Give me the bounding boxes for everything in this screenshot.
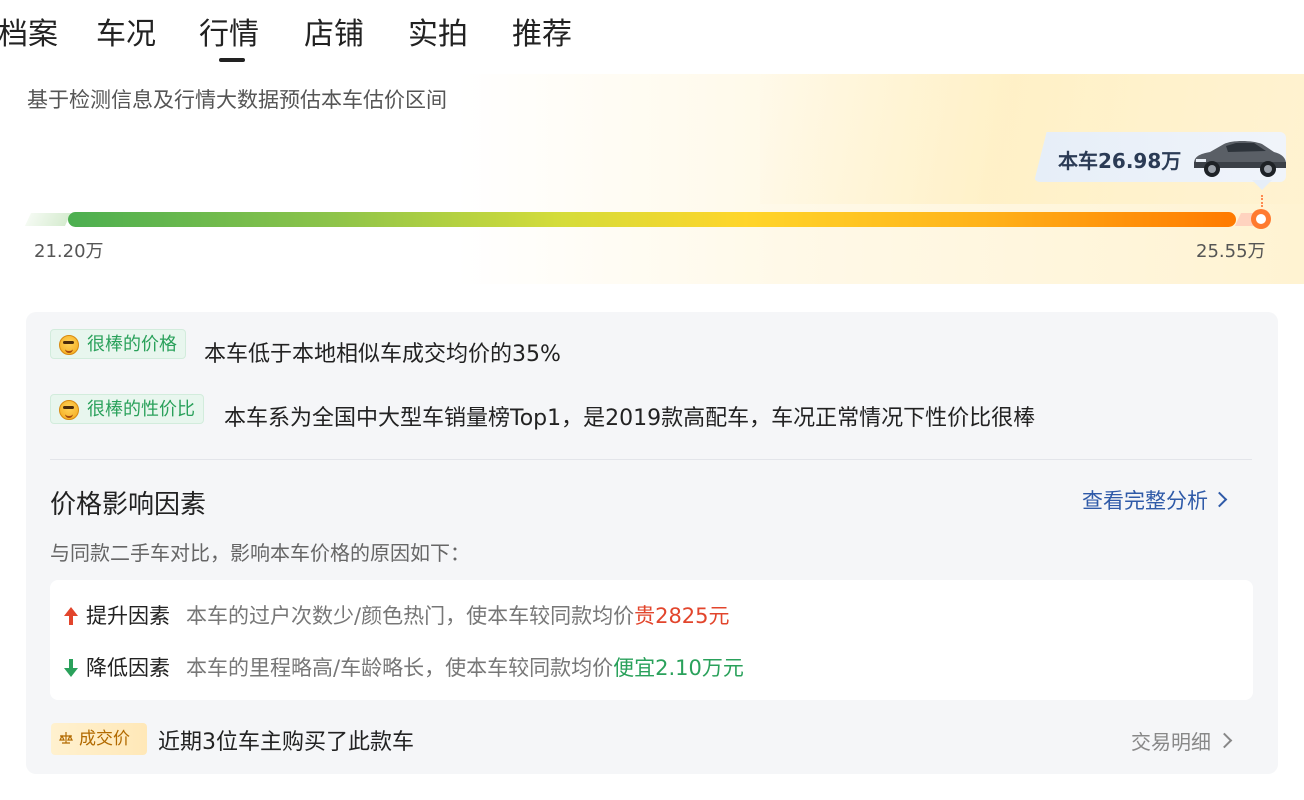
factor-up-row: 提升因素 本车的过户次数少/颜色热门，使本车较同款均价贵2825元 — [64, 600, 730, 630]
factor-up-label: 提升因素 — [86, 604, 170, 628]
current-price-marker — [1251, 209, 1271, 229]
range-min-label: 21.20万 — [34, 241, 104, 262]
tab-market[interactable]: 行情 — [199, 15, 259, 55]
price-range-bar — [68, 212, 1236, 227]
badge-label: 很棒的性价比 — [87, 399, 195, 420]
tab-condition[interactable]: 车况 — [96, 15, 156, 55]
arrow-up-icon — [64, 607, 78, 625]
chevron-right-icon — [1211, 491, 1228, 508]
factor-up-effect: 贵2825元 — [634, 604, 730, 628]
range-max-label: 25.55万 — [1196, 241, 1266, 262]
full-analysis-label: 查看完整分析 — [1082, 489, 1208, 513]
factor-down-desc: 本车的里程略高/车龄略长，使本车较同款均价 — [186, 656, 614, 680]
estimate-description: 基于检测信息及行情大数据预估本车估价区间 — [27, 88, 447, 112]
badge-label: 很棒的价格 — [87, 334, 177, 355]
tag-pointer — [1252, 180, 1272, 190]
tab-archive[interactable]: 档案 — [0, 15, 58, 55]
divider — [50, 459, 1252, 460]
tab-photos[interactable]: 实拍 — [408, 15, 468, 55]
deal-summary: 近期3位车主购买了此款车 — [158, 730, 414, 755]
range-bar-left-fade — [24, 213, 72, 226]
chevron-right-icon — [1216, 732, 1233, 749]
factor-down-label: 降低因素 — [86, 656, 170, 680]
transaction-details-link[interactable]: 交易明细 — [1131, 726, 1233, 755]
car-thumbnail-icon — [1194, 141, 1286, 177]
smile-emoji-icon — [59, 335, 79, 355]
scale-icon — [59, 732, 73, 744]
deal-price-badge: 成交价 — [51, 723, 147, 755]
transaction-details-label: 交易明细 — [1131, 730, 1211, 754]
factors-title: 价格影响因素 — [50, 490, 207, 520]
badge-great-value: 很棒的性价比 — [50, 394, 204, 424]
factor-down-effect: 便宜2.10万元 — [613, 656, 744, 680]
factor-down-row: 降低因素 本车的里程略高/车龄略长，使本车较同款均价便宜2.10万元 — [64, 652, 744, 682]
comment-value: 本车系为全国中大型车销量榜Top1，是2019款高配车，车况正常情况下性价比很棒 — [224, 406, 1036, 431]
tab-store[interactable]: 店铺 — [304, 15, 364, 55]
factor-up-desc: 本车的过户次数少/颜色热门，使本车较同款均价 — [186, 604, 635, 628]
factor-list — [50, 580, 1253, 700]
tab-bar: 档案 车况 行情 店铺 实拍 推荐 — [0, 0, 1304, 72]
arrow-down-icon — [64, 659, 78, 677]
marker-dotted-line — [1261, 195, 1265, 207]
tab-recommend[interactable]: 推荐 — [512, 15, 572, 55]
active-tab-indicator — [219, 58, 245, 62]
badge-great-price: 很棒的价格 — [50, 329, 186, 359]
deal-badge-label: 成交价 — [79, 729, 130, 749]
car-price-label: 本车26.98万 — [1058, 149, 1182, 173]
smile-emoji-icon — [59, 400, 79, 420]
full-analysis-link[interactable]: 查看完整分析 — [1082, 485, 1228, 515]
comment-price: 本车低于本地相似车成交均价的35% — [204, 342, 561, 367]
factors-subtitle: 与同款二手车对比，影响本车价格的原因如下： — [50, 541, 470, 565]
